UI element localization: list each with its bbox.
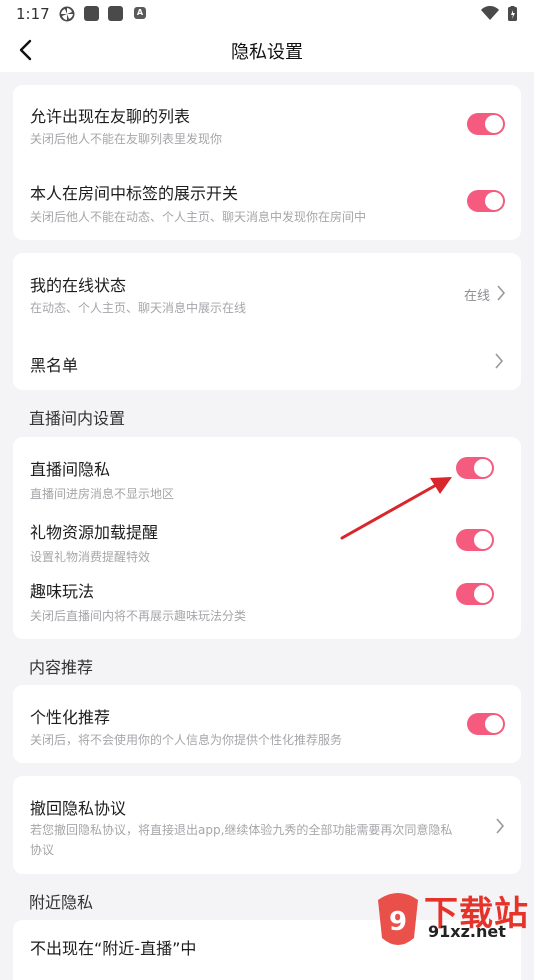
online-status-value: 在线 <box>464 289 491 304</box>
friend-list-toggle[interactable] <box>467 113 505 135</box>
section-header-content: 内容推荐 <box>29 658 94 677</box>
setting-description: 关闭后他人不能在友聊列表里发现你 <box>30 132 223 146</box>
notification-app-icon <box>84 6 99 21</box>
room-tag-toggle[interactable] <box>467 190 505 212</box>
setting-title: 礼物资源加载提醒 <box>30 523 159 542</box>
section-header-nearby: 附近隐私 <box>29 893 94 912</box>
live-room-card: 直播间隐私 直播间进房消息不显示地区 礼物资源加载提醒 设置礼物消费提醒特效 趣… <box>13 437 521 639</box>
blacklist-row[interactable]: 黑名单 <box>13 331 521 390</box>
setting-description: 关闭后，将不会使用你的个人信息为你提供个性化推荐服务 <box>30 733 343 747</box>
section-header-live: 直播间内设置 <box>29 409 126 428</box>
setting-description: 若您撤回隐私协议，将直接退出app,继续体验九秀的全部功能需要再次同意隐私协议 <box>30 823 453 857</box>
setting-title: 黑名单 <box>30 356 79 375</box>
online-status-row[interactable]: 我的在线状态 在动态、个人主页、聊天消息中展示在线 在线 <box>13 253 521 331</box>
friends-visibility-card: 允许出现在友聊的列表 关闭后他人不能在友聊列表里发现你 本人在房间中标签的展示开… <box>13 85 521 240</box>
watermark-url: 91xz.net <box>428 922 506 941</box>
chevron-right-icon <box>495 353 504 369</box>
status-card: 我的在线状态 在动态、个人主页、聊天消息中展示在线 在线 黑名单 <box>13 253 521 390</box>
fun-play-toggle[interactable] <box>456 583 494 605</box>
toggle-knob <box>474 459 492 477</box>
setting-title: 直播间隐私 <box>30 460 111 479</box>
status-bar: 1:17 A <box>0 0 534 28</box>
notification-letter-icon: A <box>134 7 146 19</box>
toggle-knob <box>485 115 503 133</box>
setting-title: 允许出现在友聊的列表 <box>30 107 191 126</box>
toggle-knob <box>474 531 492 549</box>
setting-description: 设置礼物消费提醒特效 <box>30 550 151 564</box>
setting-title: 不出现在“附近-直播”中 <box>30 939 197 958</box>
notification-app-icon <box>108 6 123 21</box>
setting-title: 趣味玩法 <box>30 582 95 601</box>
wifi-battery-icon <box>481 6 517 21</box>
setting-row-friend-list: 允许出现在友聊的列表 关闭后他人不能在友聊列表里发现你 <box>13 85 521 163</box>
setting-title: 本人在房间中标签的展示开关 <box>30 184 239 203</box>
revoke-privacy-card[interactable]: 撤回隐私协议 若您撤回隐私协议，将直接退出app,继续体验九秀的全部功能需要再次… <box>13 776 521 874</box>
chevron-right-icon <box>497 285 506 301</box>
navigation-bar: 隐私设置 <box>0 28 534 72</box>
setting-title: 我的在线状态 <box>30 276 127 295</box>
chevron-right-icon <box>496 818 505 834</box>
site-watermark: 9 下载站 91xz.net <box>374 886 534 950</box>
toggle-knob <box>485 192 503 210</box>
setting-description: 关闭后他人不能在动态、个人主页、聊天消息中发现你在房间中 <box>30 210 367 224</box>
personalized-recommend-toggle[interactable] <box>467 713 505 735</box>
watermark-logo-icon: 9 <box>378 893 418 945</box>
live-privacy-toggle[interactable] <box>456 457 494 479</box>
toggle-knob <box>474 585 492 603</box>
setting-description: 在动态、个人主页、聊天消息中展示在线 <box>30 301 247 315</box>
content-recommend-card: 个性化推荐 关闭后，将不会使用你的个人信息为你提供个性化推荐服务 <box>13 685 521 763</box>
setting-title: 撤回隐私协议 <box>30 799 127 818</box>
setting-title: 个性化推荐 <box>30 708 111 727</box>
gift-reminder-toggle[interactable] <box>456 529 494 551</box>
setting-description: 关闭后直播间内将不再展示趣味玩法分类 <box>30 609 247 623</box>
setting-row-room-tag: 本人在房间中标签的展示开关 关闭后他人不能在动态、个人主页、聊天消息中发现你在房… <box>13 163 521 240</box>
page-title: 隐私设置 <box>231 42 303 63</box>
pinwheel-icon <box>59 6 75 22</box>
toggle-knob <box>485 715 503 733</box>
status-time: 1:17 <box>16 5 50 23</box>
setting-description: 直播间进房消息不显示地区 <box>30 487 175 501</box>
svg-text:9: 9 <box>389 907 407 937</box>
